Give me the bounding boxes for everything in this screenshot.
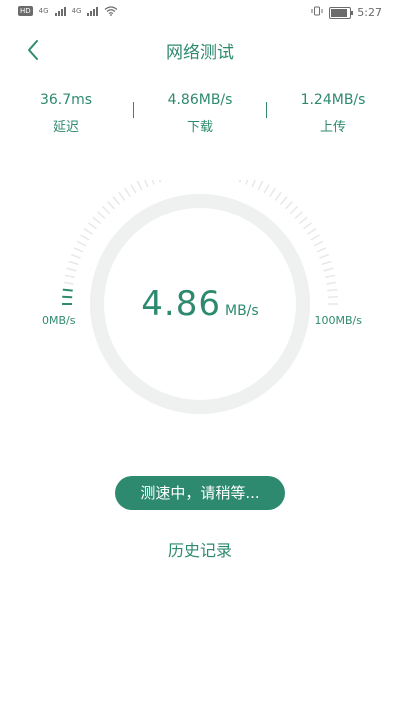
speed-unit: MB/s — [225, 303, 259, 319]
stat-latency: 36.7ms 延迟 — [6, 92, 126, 135]
gauge-tick — [80, 234, 90, 241]
gauge-tick — [158, 180, 162, 183]
vibrate-icon — [311, 6, 323, 19]
gauge-tick — [310, 234, 320, 241]
signal-icon — [54, 6, 66, 16]
status-bar: HD 4G 4G 5:27 — [0, 0, 400, 28]
speed-value: 4.86 — [141, 284, 221, 324]
gauge-tick — [73, 247, 84, 253]
scale-min-label: 0MB/s — [42, 314, 76, 327]
gauge-tick — [92, 216, 102, 225]
gauge-tick — [257, 180, 264, 191]
gauge-tick — [96, 211, 106, 219]
gauge-tick — [238, 180, 242, 183]
upload-value: 1.24MB/s — [300, 92, 366, 108]
stat-divider — [133, 102, 134, 118]
gauge-tick — [289, 205, 299, 215]
gauge-tick — [251, 180, 257, 188]
speed-gauge: 4.86 MB/s 0MB/s 100MB/s — [38, 180, 362, 430]
gauge-tick — [269, 187, 276, 198]
gauge-tick — [112, 196, 121, 206]
header: 网络测试 — [0, 28, 400, 68]
gauge-tick — [87, 222, 97, 230]
download-label: 下载 — [186, 120, 213, 135]
stat-upload: 1.24MB/s 上传 — [273, 92, 393, 135]
gauge-tick — [76, 240, 87, 247]
gauge-tick — [83, 228, 94, 235]
network-label-2: 4G — [71, 7, 82, 15]
gauge-tick — [130, 184, 137, 194]
stats-row: 36.7ms 延迟 4.86MB/s 下载 1.24MB/s 上传 — [0, 92, 400, 142]
gauge-tick — [279, 196, 288, 206]
gauge-tick — [107, 200, 115, 210]
wifi-icon — [104, 6, 118, 16]
download-value: 4.86MB/s — [167, 92, 233, 108]
speed-readout: 4.86 MB/s — [38, 284, 362, 324]
gauge-tick — [64, 274, 75, 279]
gauge-tick — [285, 200, 293, 210]
upload-label: 上传 — [319, 120, 346, 135]
gauge-tick — [298, 216, 308, 225]
gauge-tick — [245, 180, 249, 185]
gauge-tick — [323, 267, 334, 272]
gauge-tick — [303, 222, 313, 230]
latency-value: 36.7ms — [39, 92, 93, 108]
gauge-tick — [70, 253, 81, 259]
status-right: 5:27 — [311, 6, 382, 19]
battery-icon — [329, 6, 354, 19]
stat-divider — [266, 102, 267, 118]
signal-icon — [87, 6, 99, 16]
scale-max-label: 100MB/s — [314, 314, 362, 327]
gauge-tick — [319, 253, 330, 259]
network-label-1: 4G — [38, 7, 49, 15]
gauge-tick — [124, 187, 131, 198]
gauge-tick — [143, 180, 149, 188]
gauge-tick — [274, 191, 282, 201]
gauge-tick — [321, 260, 332, 266]
gauge-tick — [101, 205, 111, 215]
gauge-tick — [325, 274, 336, 279]
gauge-tick — [136, 180, 143, 191]
stat-download: 4.86MB/s 下载 — [140, 92, 260, 135]
gauge-tick — [313, 240, 324, 247]
gauge-tick — [294, 211, 304, 219]
history-link[interactable]: 历史记录 — [0, 537, 400, 561]
gauge-tick — [66, 267, 77, 272]
gauge-tick — [68, 260, 79, 266]
gauge-tick — [151, 180, 155, 185]
gauge-tick — [316, 247, 327, 253]
gauge-tick — [118, 191, 126, 201]
gauge-tick — [263, 184, 270, 194]
status-left: HD 4G 4G — [18, 6, 118, 16]
latency-label: 延迟 — [52, 120, 79, 135]
gauge-tick — [306, 228, 317, 235]
page-title: 网络测试 — [166, 43, 234, 63]
testing-status-button[interactable]: 测速中，请稍等... — [115, 476, 285, 510]
hd-badge: HD — [18, 6, 33, 16]
status-time: 5:27 — [357, 6, 382, 19]
